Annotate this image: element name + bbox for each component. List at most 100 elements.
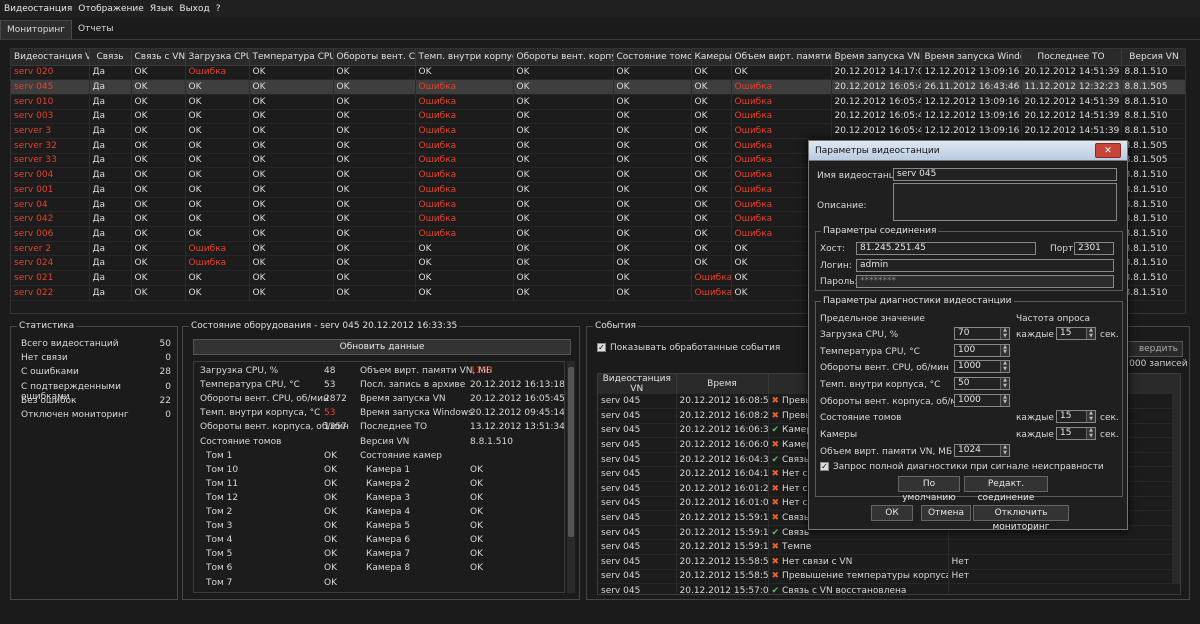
freq2-spinbox[interactable]: 15 ▲ ▼ [1056,410,1096,423]
menu-help[interactable]: ? [216,4,221,14]
dialog-titlebar: Параметры видеостанции [809,141,1127,161]
station-name-cell: serv 003 [11,109,90,125]
diag-param-spinbox[interactable]: 100 ▲ ▼ [954,343,1010,357]
camera-status: OK [470,535,483,546]
cancel-button[interactable]: Отмена [921,505,971,521]
col-header[interactable]: Связь [89,49,132,66]
col-header[interactable]: Связь с VN [131,49,186,66]
volume-status: OK [324,521,337,532]
table-cell: 8.8.1.510 [1121,226,1185,242]
table-cell: OK [513,153,614,169]
col-header[interactable]: Последнее ТО [1021,49,1122,66]
full-diag-option[interactable]: ✓ Запрос полной диагностики при сигнале н… [820,462,1104,472]
event-time: 20.12.2012 16:06:39 [676,423,769,439]
col-header[interactable]: Обороты вент. корпуса [513,49,614,66]
event-row[interactable]: serv 045 20.12.2012 15:58:59 ✖ Превышение т… [598,569,1180,585]
edit-connection-button[interactable]: Редакт. соединение [964,476,1048,503]
host-input[interactable]: 81.245.251.45 [856,242,1036,255]
events-col-station[interactable]: Видеостанция VN [598,374,677,394]
col-header[interactable]: Темп. внутри корпуса [415,49,514,66]
confirm-button[interactable]: вердить [1119,341,1183,357]
col-header[interactable]: Состояние томов [613,49,692,66]
col-header[interactable]: Камеры [691,49,732,66]
table-cell: 8.8.1.505 [1121,138,1185,154]
table-cell: Ошибка [185,65,250,81]
tab-reports[interactable]: Отчеты [72,20,120,39]
col-header[interactable]: Время запуска Windows [921,49,1022,66]
table-cell: OK [333,79,416,95]
freq3-spinbox[interactable]: 15 ▲ ▼ [1056,427,1096,440]
limit-value-label: Предельное значение [820,314,925,324]
vmem-value: 1024 [958,445,981,455]
menu-exit[interactable]: Выход [179,4,209,14]
diag-param-spinbox[interactable]: 70 ▲ ▼ [954,327,1010,340]
equip-value: 8.8.1.510 [470,436,513,447]
col-header[interactable]: Обороты вент. CPU [333,49,416,66]
table-cell: Ошибка [415,211,514,228]
diag-param-spinbox[interactable]: 1000 ▲ ▼ [954,360,1010,374]
table-row[interactable]: serv 045 Да OK OK OK OK Ошибка OK OK OK Ошибка 20.1… [11,79,1185,95]
diag-param-spinbox[interactable]: 50 ▲ ▼ [954,377,1010,391]
diag-param-value: 50 [958,378,970,389]
refresh-data-button[interactable]: Обновить данные [193,339,571,355]
table-row[interactable]: serv 010 Да OK OK OK OK Ошибка OK OK OK Ошибка 20.1… [11,94,1185,110]
port-input[interactable]: 2301 [1074,242,1114,255]
events-col-time[interactable]: Время [676,374,769,394]
description-input[interactable] [893,183,1117,221]
table-row[interactable]: server 3 Да OK OK OK OK Ошибка OK OK OK Ошибка 20.1… [11,123,1185,139]
check-icon: ✔ [771,425,780,436]
table-cell: 8.8.1.510 [1121,167,1185,183]
full-diag-checkbox[interactable]: ✓ [820,462,829,471]
events-title: События [593,321,638,331]
table-cell: OK [613,255,692,272]
event-row[interactable]: serv 045 20.12.2012 15:59:17 ✖ Темпе [598,539,1180,556]
volume-name: Том 7 [206,577,233,588]
table-cell: Да [89,255,132,272]
table-row[interactable]: serv 020 Да OK Ошибка OK OK OK OK OK OK OK 20.12.20… [11,65,1185,81]
event-time: 20.12.2012 15:59:17 [676,510,769,526]
equipment-scrollbar[interactable] [567,361,575,593]
volume-status: OK [324,492,337,503]
ok-button[interactable]: ОК [871,505,913,521]
event-confirmed [948,539,1180,556]
table-cell: 8.8.1.510 [1121,285,1185,301]
col-header[interactable]: Время запуска VN [831,49,922,66]
col-header[interactable]: Объем вирт. памяти VN [731,49,832,66]
menu-videostation[interactable]: Видеостанция [4,4,72,14]
show-processed-checkbox[interactable]: ✓ [597,343,606,352]
defaults-button[interactable]: По умолчанию [898,476,960,503]
col-header[interactable]: Версия VN [1121,49,1185,66]
table-cell: Ошибка [185,241,250,257]
stat-row: Нет связи 0 [21,353,171,363]
disable-monitoring-button[interactable]: Отключить мониторинг [973,505,1069,532]
camera-name: Камера 3 [366,492,411,503]
diag-param-spinbox[interactable]: 1000 ▲ ▼ [954,393,1010,407]
table-cell: OK [613,94,692,110]
table-cell: OK [185,226,250,242]
events-scrollbar[interactable] [1172,384,1180,584]
freq1-every-label: каждые [1016,330,1054,340]
event-row[interactable]: serv 045 20.12.2012 15:57:08 ✔ Связь с VN в… [598,583,1180,594]
volume-status: OK [324,450,337,461]
station-name-input[interactable]: serv 045 [893,168,1117,181]
menu-view[interactable]: Отображение [78,4,144,14]
tab-monitoring[interactable]: Мониторинг [0,20,72,39]
menu-language[interactable]: Язык [150,4,174,14]
table-cell: Да [89,211,132,228]
freq1-spinbox[interactable]: 15 ▲ ▼ [1056,327,1096,340]
table-cell: 20.12.2012 14:51:39 [1021,65,1122,81]
vmem-spinbox[interactable]: 1024 ▲ ▼ [954,444,1010,457]
table-row[interactable]: serv 003 Да OK OK OK OK Ошибка OK OK OK Ошибка 20.1… [11,109,1185,125]
close-icon[interactable]: ✕ [1095,143,1121,158]
col-header[interactable]: Загрузка CPU [185,49,250,66]
show-processed-option[interactable]: ✓ Показывать обработанные события [597,343,780,353]
table-cell: OK [333,285,416,301]
password-input[interactable]: ******** [856,275,1114,288]
table-cell: OK [249,123,334,139]
event-row[interactable]: serv 045 20.12.2012 15:58:59 ✖ Нет связи с … [598,554,1180,570]
col-header[interactable]: Видеостанция VN [11,49,90,66]
table-cell: Да [89,285,132,301]
login-input[interactable]: admin [856,259,1114,272]
cross-icon: ✖ [771,440,780,451]
col-header[interactable]: Температура CPU [249,49,334,66]
